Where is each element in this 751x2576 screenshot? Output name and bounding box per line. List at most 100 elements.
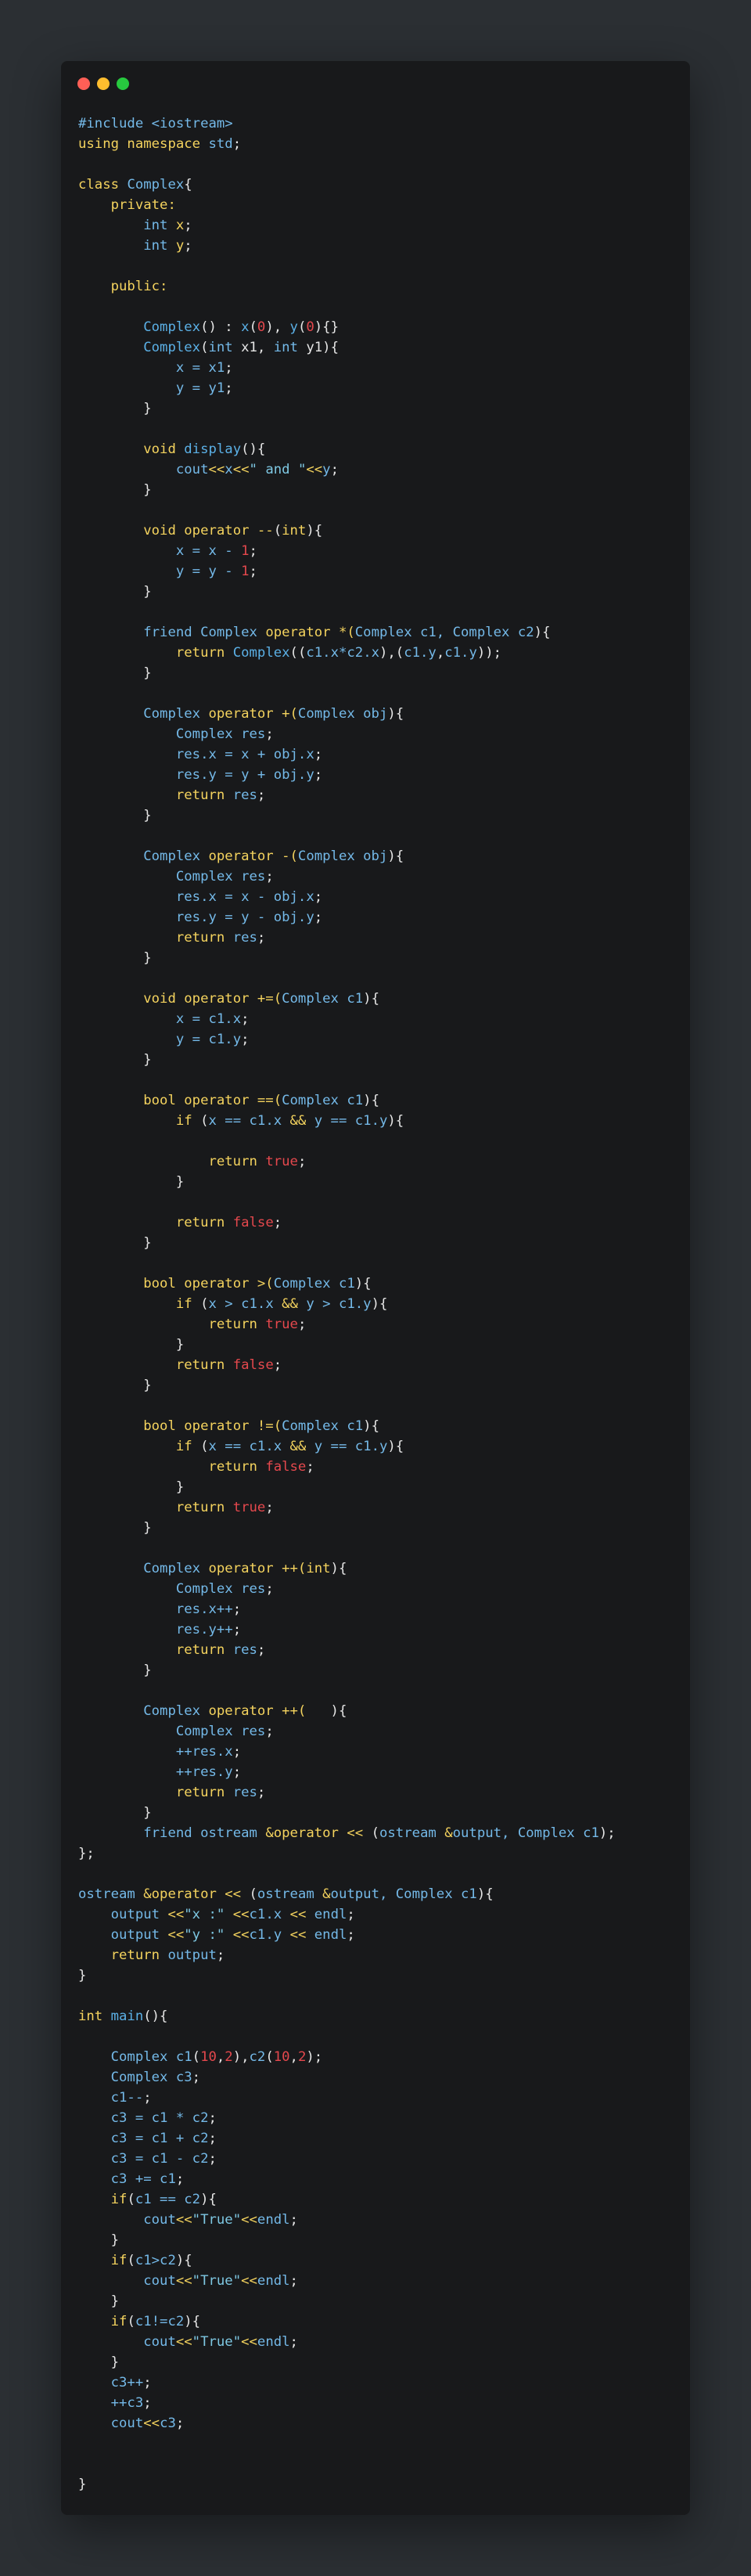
code-token: c3 = c1 + c2	[110, 2131, 209, 2146]
code-token: ){	[200, 2192, 217, 2207]
close-dot-icon[interactable]	[77, 77, 90, 90]
code-token: ){	[476, 1886, 494, 1902]
code-token: ;	[143, 2395, 152, 2411]
code-token: operator	[151, 1886, 225, 1902]
code-token: ;	[265, 869, 274, 884]
window-titlebar	[61, 61, 690, 106]
code-token: ){	[534, 625, 551, 640]
code-token: ;	[314, 910, 323, 925]
code-token: c1>c2	[135, 2253, 176, 2268]
code-token: ),(	[379, 645, 404, 661]
code-token: bool	[143, 1276, 185, 1292]
code-line: res.x = x + obj.x;	[78, 744, 616, 765]
code-token: return	[110, 1947, 168, 1963]
code-token: ostream	[257, 1886, 323, 1902]
code-token: ,	[216, 2049, 225, 2065]
code-token: if	[175, 1439, 201, 1454]
code-line: return res;	[78, 928, 616, 948]
code-token: output	[110, 1927, 168, 1943]
code-token: 0	[257, 319, 266, 335]
code-token: <<	[225, 1886, 250, 1902]
code-token: ));	[476, 645, 502, 661]
code-line: y = y - 1;	[78, 561, 616, 582]
code-token: main	[110, 2009, 144, 2024]
code-token: ;	[257, 787, 266, 803]
code-token: y	[175, 238, 185, 254]
code-line: if(c1>c2){	[78, 2250, 616, 2271]
code-token: Complex	[282, 991, 347, 1007]
code-token: ;	[232, 1764, 242, 1780]
code-line: output <<"x :" <<c1.x << endl;	[78, 1904, 616, 1925]
code-token: }	[78, 2293, 120, 2309]
code-line: }	[78, 805, 616, 826]
code-token: c1.y	[444, 645, 477, 661]
code-token: <<	[208, 462, 225, 477]
code-line: }	[78, 2474, 616, 2495]
code-token: }	[78, 2477, 87, 2492]
code-token: c1	[347, 991, 364, 1007]
code-token: int	[273, 340, 307, 355]
code-token: );	[306, 2049, 323, 2065]
code-token: cout	[110, 2416, 144, 2431]
code-line: cout<<"True"<<endl;	[78, 2271, 616, 2291]
code-token: c3	[160, 2416, 176, 2431]
code-token: output	[110, 1907, 168, 1922]
code-token: 10	[200, 2049, 217, 2065]
code-token: &	[143, 1886, 152, 1902]
code-token: friend	[143, 625, 201, 640]
code-token: void	[143, 991, 185, 1007]
code-token: <<	[167, 1927, 185, 1943]
code-token: !=(	[257, 1418, 282, 1434]
code-token: return	[208, 1154, 266, 1169]
code-line: return true;	[78, 1151, 616, 1172]
code-line: Complex operator ++( ){	[78, 1701, 616, 1721]
code-token: }	[78, 1174, 185, 1190]
code-token: ;	[184, 218, 192, 233]
code-token: ;	[232, 1622, 242, 1637]
code-line: #include <iostream>	[78, 113, 616, 134]
code-line: Complex res;	[78, 724, 616, 744]
minimize-dot-icon[interactable]	[97, 77, 110, 90]
code-token: ){	[363, 1093, 379, 1108]
code-token: true	[232, 1500, 266, 1515]
code-token: y1){	[306, 340, 339, 355]
code-line: return res;	[78, 1782, 616, 1803]
code-token: Complex res	[175, 1724, 266, 1739]
code-line: }	[78, 1803, 616, 1823]
code-token: (	[200, 1113, 209, 1129]
maximize-dot-icon[interactable]	[117, 77, 129, 90]
code-token: +=(	[257, 991, 282, 1007]
code-token: <<	[175, 2212, 192, 2228]
code-token: (	[200, 1439, 209, 1454]
code-token: return	[208, 1459, 266, 1475]
code-token: ,	[436, 645, 445, 661]
code-token: ;	[232, 1744, 242, 1760]
code-line: }	[78, 1660, 616, 1681]
code-token: c1.x	[249, 1907, 290, 1922]
code-token: Complex	[297, 848, 364, 864]
code-token: res.y = y + obj.y	[175, 767, 314, 783]
code-token: ;	[330, 462, 339, 477]
code-token: Complex	[143, 340, 201, 355]
code-token: c3++	[110, 2375, 144, 2390]
code-token: display	[184, 441, 242, 457]
code-token: bool	[143, 1418, 185, 1434]
